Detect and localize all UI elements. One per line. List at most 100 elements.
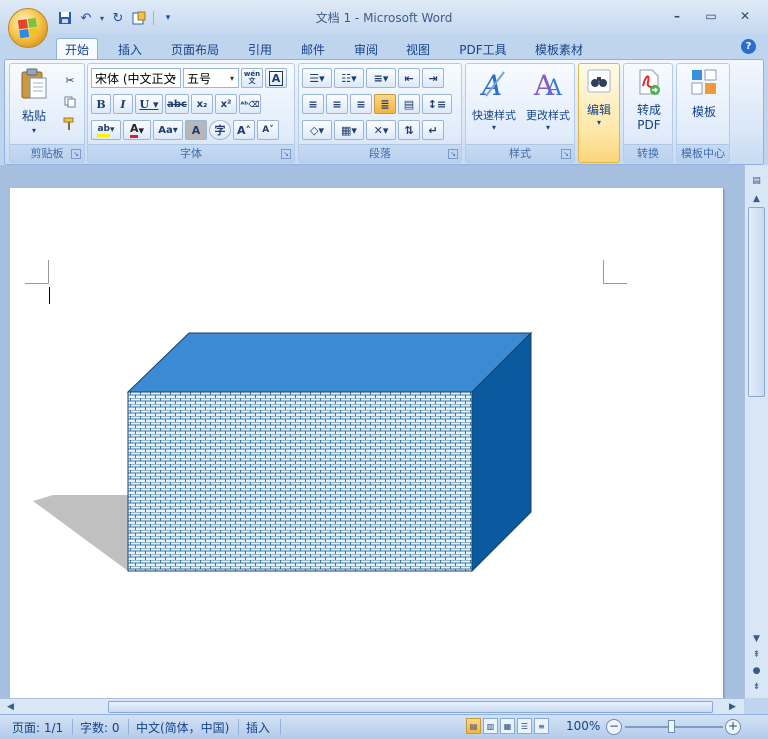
sort-icon[interactable]: ⇅ <box>398 120 420 140</box>
char-border-icon[interactable]: A <box>265 68 287 88</box>
scroll-down-icon[interactable]: ▼ <box>748 631 765 647</box>
font-launcher-icon[interactable]: ↘ <box>281 149 291 159</box>
underline-icon[interactable]: U ▾ <box>135 94 163 114</box>
paste-label: 粘贴 <box>21 109 46 123</box>
paste-button[interactable]: 粘贴 ▾ <box>16 68 52 135</box>
tab-review[interactable]: 审阅 <box>346 38 386 60</box>
customize-qat-icon[interactable]: ▾ <box>159 9 177 27</box>
justify-icon[interactable]: ≣ <box>374 94 396 114</box>
quick-styles-button[interactable]: A 快速样式 ▾ <box>468 68 520 132</box>
char-shading-icon[interactable]: A <box>185 120 207 140</box>
format-painter-icon[interactable] <box>60 114 80 134</box>
align-left-icon[interactable]: ≡ <box>302 94 324 114</box>
shading-icon[interactable]: ◇▾ <box>302 120 332 140</box>
close-button[interactable]: ✕ <box>728 6 762 26</box>
tab-references[interactable]: 引用 <box>240 38 280 60</box>
shrink-font-icon[interactable]: A˅ <box>257 120 279 140</box>
tab-insert[interactable]: 插入 <box>109 38 151 60</box>
horizontal-scroll-thumb[interactable] <box>108 701 713 713</box>
italic-icon[interactable]: I <box>113 94 133 114</box>
grow-font-icon[interactable]: A˄ <box>233 120 255 140</box>
paste-icon <box>16 68 52 103</box>
word-count-status[interactable]: 字数: 0 <box>80 719 120 736</box>
clipboard-launcher-icon[interactable]: ↘ <box>71 149 81 159</box>
change-case-icon[interactable]: Aa ▾ <box>153 120 183 140</box>
superscript-icon[interactable]: x² <box>215 94 237 114</box>
redo-icon[interactable]: ↻ <box>109 9 127 27</box>
bullets-icon[interactable]: ☰▾ <box>302 68 332 88</box>
brick-box-shape[interactable] <box>10 188 723 698</box>
enclose-char-icon[interactable]: 字 <box>209 120 231 140</box>
insert-mode-status[interactable]: 插入 <box>246 719 270 736</box>
scroll-right-icon[interactable]: ▶ <box>724 699 741 715</box>
vertical-scroll-thumb[interactable] <box>748 207 765 397</box>
full-screen-reading-icon[interactable]: ▥ <box>483 718 498 734</box>
distributed-icon[interactable]: ▤ <box>398 94 420 114</box>
font-size-combo[interactable]: 五号 ▾ <box>183 68 239 88</box>
tab-home[interactable]: 开始 <box>56 38 98 60</box>
show-marks-icon[interactable]: ↵ <box>422 120 444 140</box>
font-name-dropdown-icon[interactable]: ▾ <box>168 69 180 87</box>
document-page[interactable] <box>10 188 723 698</box>
browse-object-icon[interactable]: ● <box>748 663 765 679</box>
previous-page-icon[interactable]: ⇞ <box>748 647 765 663</box>
strikethrough-icon[interactable]: abc <box>165 94 189 114</box>
align-center-icon[interactable]: ≡ <box>326 94 348 114</box>
status-bar: 页面: 1/1 字数: 0 中文(简体，中国) 插入 ▤ ▥ ▦ ☰ ≡ 100… <box>0 714 768 739</box>
editing-button[interactable]: 编辑 ▾ <box>581 68 617 127</box>
page-count-status[interactable]: 页面: 1/1 <box>12 719 63 736</box>
minimize-button[interactable]: – <box>660 6 694 26</box>
numbering-icon[interactable]: ☷▾ <box>334 68 364 88</box>
cut-icon[interactable]: ✂ <box>60 70 80 90</box>
tab-view[interactable]: 视图 <box>398 38 438 60</box>
clear-format-icon[interactable]: ᴬᵇ⌫ <box>239 94 261 114</box>
increase-indent-icon[interactable]: ⇥ <box>422 68 444 88</box>
zoom-slider-thumb[interactable] <box>668 720 675 733</box>
help-icon[interactable]: ? <box>741 39 756 54</box>
undo-icon[interactable]: ↶ <box>77 9 95 27</box>
decrease-indent-icon[interactable]: ⇤ <box>398 68 420 88</box>
convert-pdf-button[interactable]: 转成 PDF <box>626 68 672 133</box>
office-button[interactable] <box>8 8 48 48</box>
web-layout-icon[interactable]: ▦ <box>500 718 515 734</box>
paragraph-launcher-icon[interactable]: ↘ <box>448 149 458 159</box>
phonetic-guide-icon[interactable]: wén 文 <box>241 68 263 88</box>
tab-page-layout[interactable]: 页面布局 <box>165 38 225 60</box>
draft-view-icon[interactable]: ≡ <box>534 718 549 734</box>
font-name-combo[interactable]: 宋体 (中文正文 ▾ <box>91 68 181 88</box>
scroll-up-icon[interactable]: ▲ <box>748 191 765 207</box>
horizontal-scrollbar[interactable]: ◀ ▶ <box>0 698 744 714</box>
undo-dropdown-icon[interactable]: ▾ <box>98 9 106 27</box>
tab-template-material[interactable]: 模板素材 <box>527 38 591 60</box>
highlight-color-icon[interactable]: ab ▾ <box>91 120 121 140</box>
ruler-toggle-icon[interactable]: ▤ <box>748 173 765 189</box>
maximize-button[interactable]: ▭ <box>694 6 728 26</box>
font-color-icon[interactable]: A ▾ <box>123 120 151 140</box>
align-right-icon[interactable]: ≡ <box>350 94 372 114</box>
vertical-scrollbar[interactable]: ▤ ▲ ▼ ⇞ ● ⇟ <box>744 165 768 698</box>
save-icon[interactable] <box>56 9 74 27</box>
change-styles-label: 更改样式 <box>526 109 570 122</box>
tab-mailings[interactable]: 邮件 <box>293 38 333 60</box>
line-spacing-icon[interactable]: ↕≡ <box>422 94 452 114</box>
multilevel-list-icon[interactable]: ≡▾ <box>366 68 396 88</box>
next-page-icon[interactable]: ⇟ <box>748 679 765 695</box>
scroll-left-icon[interactable]: ◀ <box>2 699 19 715</box>
tab-pdf-tools[interactable]: PDF工具 <box>453 38 513 60</box>
chinese-layout-icon[interactable]: ✕▾ <box>366 120 396 140</box>
print-layout-icon[interactable] <box>130 9 148 27</box>
font-size-dropdown-icon[interactable]: ▾ <box>226 69 238 87</box>
bold-icon[interactable]: B <box>91 94 111 114</box>
template-button[interactable]: 模板 <box>679 68 729 120</box>
change-styles-button[interactable]: AA 更改样式 ▾ <box>522 68 574 132</box>
zoom-level[interactable]: 100% <box>566 719 600 733</box>
language-status[interactable]: 中文(简体，中国) <box>136 719 229 736</box>
print-layout-view-icon[interactable]: ▤ <box>466 718 481 734</box>
outline-view-icon[interactable]: ☰ <box>517 718 532 734</box>
styles-launcher-icon[interactable]: ↘ <box>561 149 571 159</box>
zoom-out-icon[interactable]: − <box>606 719 622 735</box>
subscript-icon[interactable]: x₂ <box>191 94 213 114</box>
copy-icon[interactable] <box>60 92 80 112</box>
borders-icon[interactable]: ▦▾ <box>334 120 364 140</box>
zoom-in-icon[interactable]: + <box>725 719 741 735</box>
